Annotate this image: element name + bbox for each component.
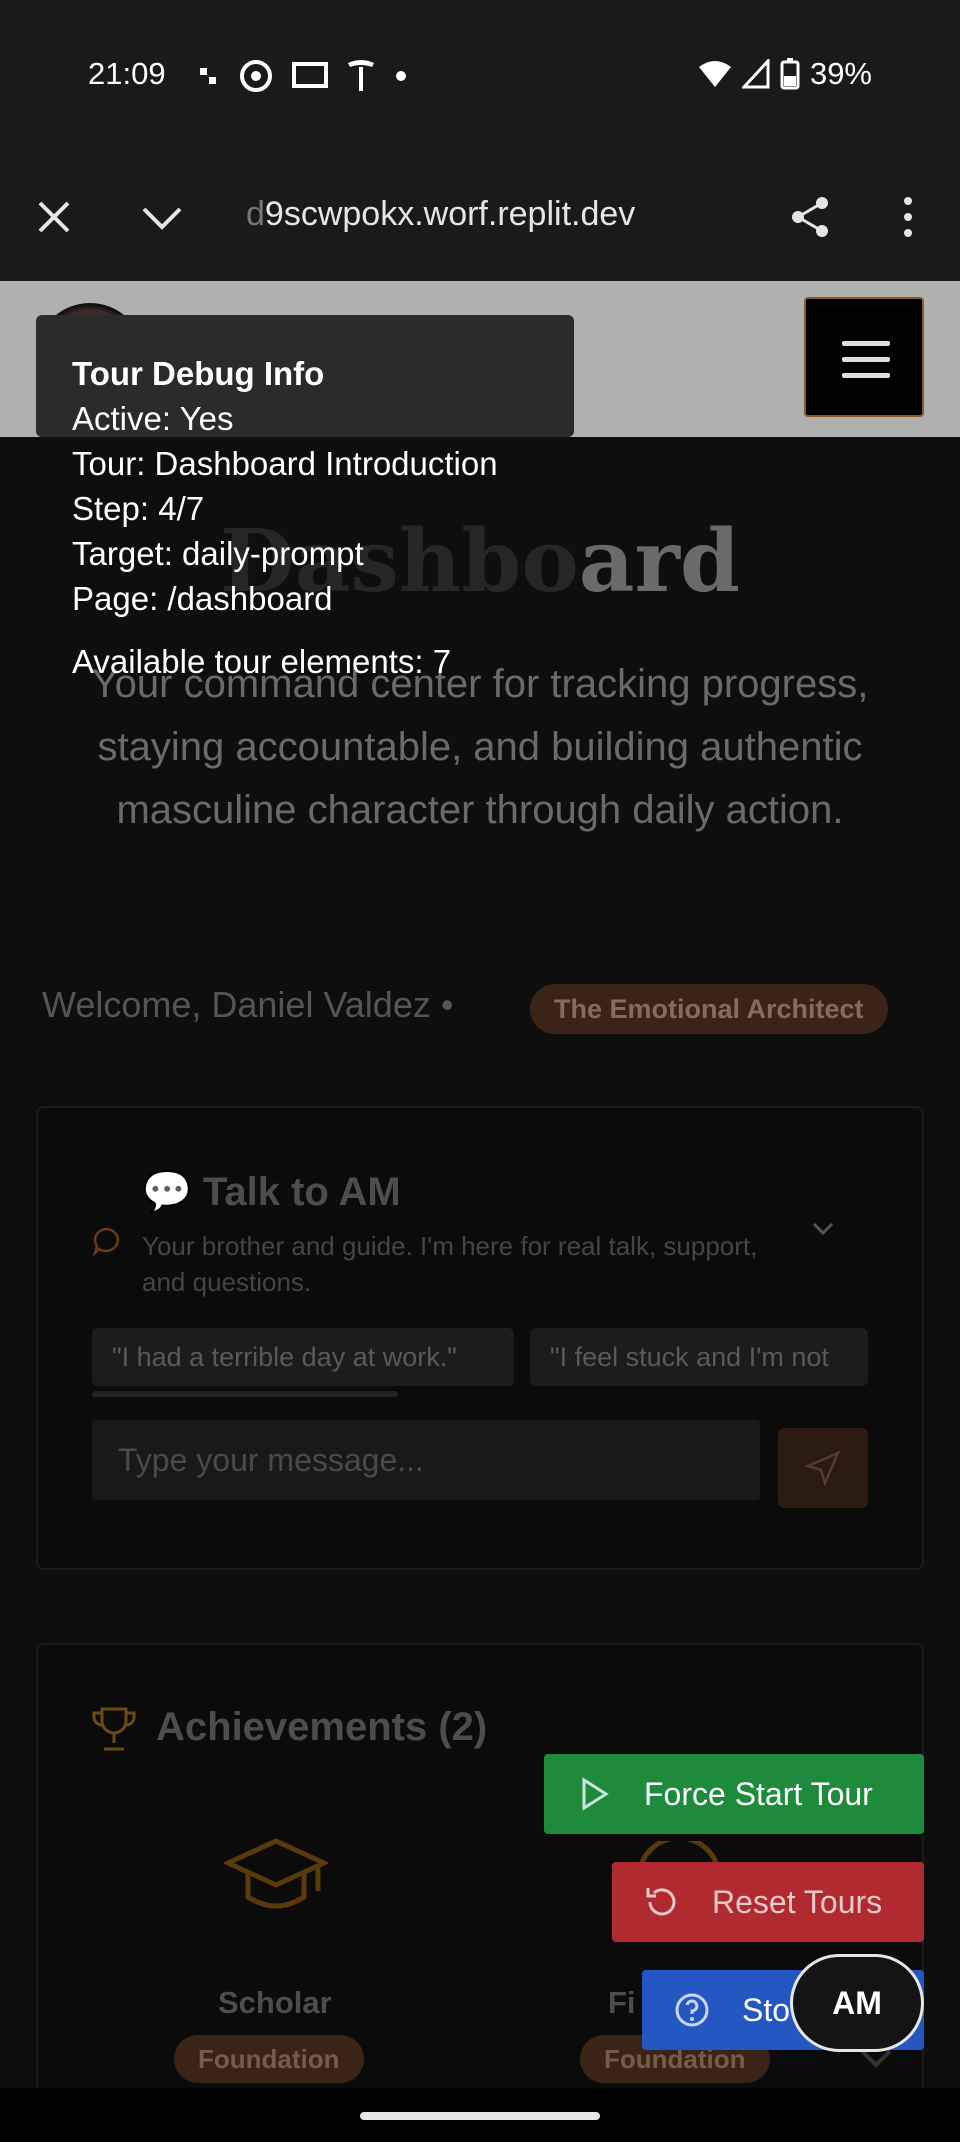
dot-icon — [396, 71, 406, 81]
signal-icon — [741, 59, 770, 89]
am-chat-button[interactable]: AM — [790, 1954, 924, 2052]
more-vertical-icon[interactable] — [886, 195, 930, 239]
menu-line — [842, 341, 890, 346]
achievements-title: Achievements (2) — [156, 1705, 488, 1749]
stop-tour-label: Sto — [742, 1992, 791, 2028]
archetype-badge: The Emotional Architect — [530, 984, 888, 1034]
send-button[interactable] — [778, 1428, 868, 1508]
url-text: 9scwpokx.worf.replit.dev — [264, 195, 636, 233]
notification-icons — [196, 58, 408, 94]
chip-scrollbar[interactable] — [92, 1391, 398, 1397]
trophy-icon — [92, 1707, 136, 1751]
reset-tours-label: Reset Tours — [712, 1884, 883, 1920]
debug-active: Active: Yes — [72, 400, 234, 437]
debug-title: Tour Debug Info — [72, 355, 325, 392]
system-icons: 39% — [698, 56, 872, 92]
achievement-name: Fi — [608, 1985, 636, 2020]
force-start-label: Force Start Tour — [644, 1776, 873, 1812]
talk-to-am-card: 💬 Talk to AM Your brother and guide. I'm… — [36, 1106, 924, 1570]
status-bar: 21:09 39% — [0, 0, 960, 155]
debug-step: Step: 4/7 — [72, 490, 205, 527]
chevron-down-icon[interactable] — [808, 1214, 838, 1244]
browser-toolbar: d9scwpokx.worf.replit.dev — [0, 155, 960, 281]
prompt-chip[interactable]: "I feel stuck and I'm not — [530, 1328, 868, 1386]
menu-line — [842, 357, 890, 362]
close-icon[interactable] — [32, 195, 76, 239]
achievement-badge: Foundation — [174, 2035, 364, 2083]
help-circle-icon — [675, 1993, 709, 2027]
hamburger-menu-button[interactable] — [804, 297, 924, 417]
tour-debug-info: Tour Debug Info Active: Yes Tour: Dashbo… — [72, 351, 498, 684]
navigation-bar — [0, 2088, 960, 2142]
reset-icon — [646, 1888, 676, 1916]
debug-tour: Tour: Dashboard Introduction — [72, 445, 498, 482]
share-icon[interactable] — [788, 195, 832, 239]
graduation-cap-icon — [224, 1838, 328, 1909]
cast-icon — [292, 62, 328, 88]
debug-target: Target: daily-prompt — [72, 535, 364, 572]
chat-app-icon — [240, 60, 272, 92]
welcome-text: Welcome, Daniel Valdez • — [42, 984, 454, 1025]
battery-percent: 39% — [809, 56, 872, 91]
reset-tours-button[interactable]: Reset Tours — [612, 1862, 924, 1942]
play-icon — [582, 1777, 609, 1811]
force-start-tour-button[interactable]: Force Start Tour — [544, 1754, 924, 1834]
menu-line — [842, 373, 890, 378]
debug-available: Available tour elements: 7 — [72, 643, 452, 680]
prompt-chip[interactable]: "I had a terrible day at work." — [92, 1328, 514, 1386]
chevron-down-icon[interactable] — [140, 195, 184, 239]
talk-title: 💬 Talk to AM — [142, 1170, 401, 1214]
send-icon — [805, 1450, 841, 1486]
tesla-icon — [348, 60, 374, 91]
chat-bubble-icon — [92, 1227, 119, 1256]
debug-page: Page: /dashboard — [72, 580, 333, 617]
status-time: 21:09 — [88, 56, 166, 91]
url-bar[interactable]: d9scwpokx.worf.replit.dev — [246, 195, 635, 234]
message-input[interactable] — [92, 1420, 760, 1500]
page-title-rest: ard — [578, 511, 740, 612]
wifi-icon — [698, 61, 731, 87]
url-prefix: d — [246, 195, 265, 233]
app-notification-icon — [200, 68, 216, 84]
talk-description: Your brother and guide. I'm here for rea… — [142, 1231, 758, 1297]
battery-icon — [780, 58, 800, 90]
achievement-name: Scholar — [218, 1985, 332, 2020]
home-gesture-handle[interactable] — [360, 2112, 600, 2120]
